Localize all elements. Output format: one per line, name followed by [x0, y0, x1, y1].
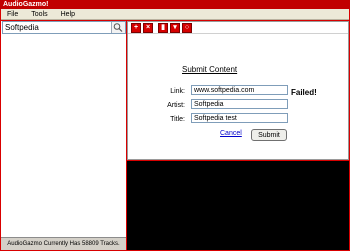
app-window: AudioGazmo! File Tools Help AudioGazmo C… [0, 0, 350, 251]
submit-button[interactable]: Submit [251, 129, 287, 141]
menu-help[interactable]: Help [55, 9, 82, 20]
link-field[interactable]: www.softpedia.com [191, 85, 288, 95]
refresh-icon[interactable]: ○ [182, 23, 192, 33]
link-label: Link: [170, 88, 185, 95]
result-text: Failed! [291, 88, 317, 97]
window-title: AudioGazmo! [3, 1, 49, 8]
search-icon [113, 23, 123, 32]
title-field[interactable]: Softpedia test [191, 113, 288, 123]
status-text: AudioGazmo Currently Has 58809 Tracks. [7, 241, 120, 247]
search-box [2, 21, 126, 34]
menu-file[interactable]: File [1, 9, 25, 20]
form-title: Submit Content [182, 65, 238, 74]
video-player[interactable] [127, 161, 349, 250]
artist-label: Artist: [167, 102, 185, 109]
library-pane: AudioGazmo Currently Has 58809 Tracks. [1, 21, 126, 250]
title-label: Title: [170, 116, 185, 123]
search-button[interactable] [111, 22, 125, 33]
artist-field[interactable]: Softpedia [191, 99, 288, 109]
menu-bar: File Tools Help [1, 9, 349, 20]
search-input[interactable] [3, 22, 113, 33]
download-icon[interactable]: ▾ [170, 23, 180, 33]
cancel-link[interactable]: Cancel [220, 130, 242, 137]
toolbar: + × ▮ ▾ ○ [128, 22, 348, 34]
close-icon[interactable]: × [143, 23, 153, 33]
add-icon[interactable]: + [131, 23, 141, 33]
submit-panel: + × ▮ ▾ ○ Submit Content Link: www.softp… [127, 21, 349, 160]
status-bar: AudioGazmo Currently Has 58809 Tracks. [1, 237, 126, 250]
track-list[interactable] [2, 35, 126, 235]
delete-icon[interactable]: ▮ [158, 23, 168, 33]
menu-tools[interactable]: Tools [25, 9, 54, 20]
